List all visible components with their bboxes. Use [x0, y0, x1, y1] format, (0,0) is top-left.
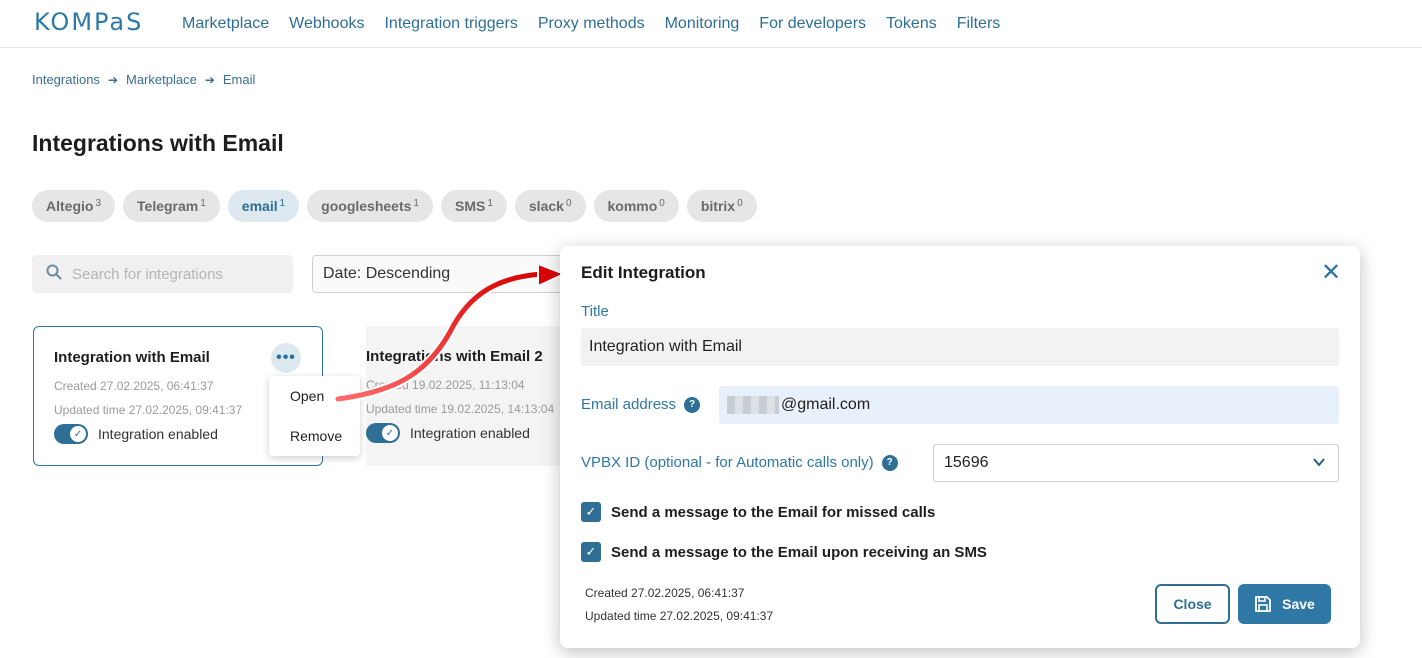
edit-integration-modal: Edit Integration ✕ Title Integration wit…: [560, 246, 1360, 648]
missed-calls-checkbox[interactable]: ✓: [581, 502, 601, 522]
chip-telegram[interactable]: Telegram 1: [123, 190, 220, 222]
card-context-menu: Open Remove: [269, 376, 360, 456]
menu-item-open[interactable]: Open: [290, 388, 324, 404]
title-input[interactable]: Integration with Email: [581, 328, 1339, 366]
modal-created: Created 27.02.2025, 06:41:37: [585, 586, 745, 600]
card-created: Created 27.02.2025, 06:41:37: [54, 379, 214, 393]
nav-filters[interactable]: Filters: [957, 15, 1001, 33]
sort-value: Date: Descending: [323, 265, 451, 282]
more-options-button[interactable]: •••: [271, 343, 301, 373]
save-icon: [1254, 595, 1272, 613]
integration-toggle[interactable]: ✓: [366, 423, 400, 443]
card-updated: Updated time 27.02.2025, 09:41:37: [54, 403, 243, 417]
chip-bitrix[interactable]: bitrix 0: [686, 190, 757, 222]
missed-calls-option: ✓ Send a message to the Email for missed…: [581, 502, 935, 522]
page-title: Integrations with Email: [32, 130, 284, 156]
chip-sms[interactable]: SMS 1: [440, 190, 507, 222]
redacted-text: [727, 396, 779, 414]
breadcrumb: Integrations ➔ Marketplace ➔ Email: [32, 72, 255, 87]
chip-email[interactable]: email 1: [227, 190, 300, 222]
integration-toggle[interactable]: ✓: [54, 424, 88, 444]
close-icon[interactable]: ✕: [1318, 260, 1344, 286]
more-icon: •••: [276, 349, 296, 366]
search-icon: [46, 264, 62, 284]
toggle-label: Integration enabled: [410, 425, 530, 441]
nav-monitoring[interactable]: Monitoring: [665, 15, 740, 33]
menu-item-remove[interactable]: Remove: [290, 428, 342, 444]
close-button[interactable]: Close: [1155, 584, 1230, 624]
card-title: Integration with Email: [54, 349, 210, 366]
breadcrumb-marketplace[interactable]: Marketplace: [126, 72, 197, 87]
chevron-down-icon: [1312, 455, 1326, 472]
help-icon[interactable]: ?: [684, 396, 701, 413]
nav-integration-triggers[interactable]: Integration triggers: [384, 15, 517, 33]
modal-title: Edit Integration: [581, 263, 706, 282]
nav-proxy-methods[interactable]: Proxy methods: [538, 15, 645, 33]
vpbx-select[interactable]: 15696: [933, 444, 1339, 482]
breadcrumb-integrations[interactable]: Integrations: [32, 72, 100, 87]
breadcrumb-email: Email: [222, 72, 256, 87]
nav-for-developers[interactable]: For developers: [759, 15, 866, 33]
card-updated: Updated time 19.02.2025, 14:13:04: [366, 402, 555, 416]
search-placeholder: Search for integrations: [72, 265, 223, 283]
save-button[interactable]: Save: [1238, 584, 1331, 624]
main-nav: Marketplace Webhooks Integration trigger…: [182, 15, 1020, 33]
check-icon: ✓: [70, 426, 86, 442]
top-bar: KOMPaS Marketplace Webhooks Integration …: [0, 0, 1422, 48]
nav-webhooks[interactable]: Webhooks: [289, 15, 364, 33]
sms-option: ✓ Send a message to the Email upon recei…: [581, 542, 987, 562]
integration-card-2[interactable]: Integrations with Email 2 Created 19.02.…: [346, 326, 586, 466]
card-created: Created 19.02.2025, 11:13:04: [366, 378, 525, 392]
email-label: Email address ?: [581, 396, 701, 413]
sort-select[interactable]: Date: Descending: [312, 255, 572, 293]
chip-googlesheets[interactable]: googlesheets 1: [307, 190, 433, 222]
nav-marketplace[interactable]: Marketplace: [182, 15, 269, 33]
logo[interactable]: KOMPaS: [34, 8, 143, 36]
help-icon[interactable]: ?: [881, 454, 898, 471]
breadcrumb-arrow-icon: ➔: [204, 72, 215, 87]
breadcrumb-arrow-icon: ➔: [107, 72, 118, 87]
toggle-label: Integration enabled: [98, 426, 218, 442]
check-icon: ✓: [382, 425, 398, 441]
sms-checkbox[interactable]: ✓: [581, 542, 601, 562]
title-label: Title: [581, 303, 609, 320]
chip-altegio[interactable]: Altegio 3: [32, 190, 116, 222]
vpbx-label: VPBX ID (optional - for Automatic calls …: [581, 454, 898, 471]
category-chips: Altegio 3 Telegram 1 email 1 googlesheets 1 …: [32, 190, 757, 222]
email-input[interactable]: @gmail.com: [719, 386, 1339, 424]
nav-tokens[interactable]: Tokens: [886, 15, 937, 33]
chip-kommo[interactable]: kommo 0: [593, 190, 679, 222]
card-title: Integrations with Email 2: [366, 348, 543, 365]
search-input[interactable]: Search for integrations: [32, 255, 293, 293]
chip-slack[interactable]: slack 0: [514, 190, 586, 222]
modal-updated: Updated time 27.02.2025, 09:41:37: [585, 609, 774, 623]
